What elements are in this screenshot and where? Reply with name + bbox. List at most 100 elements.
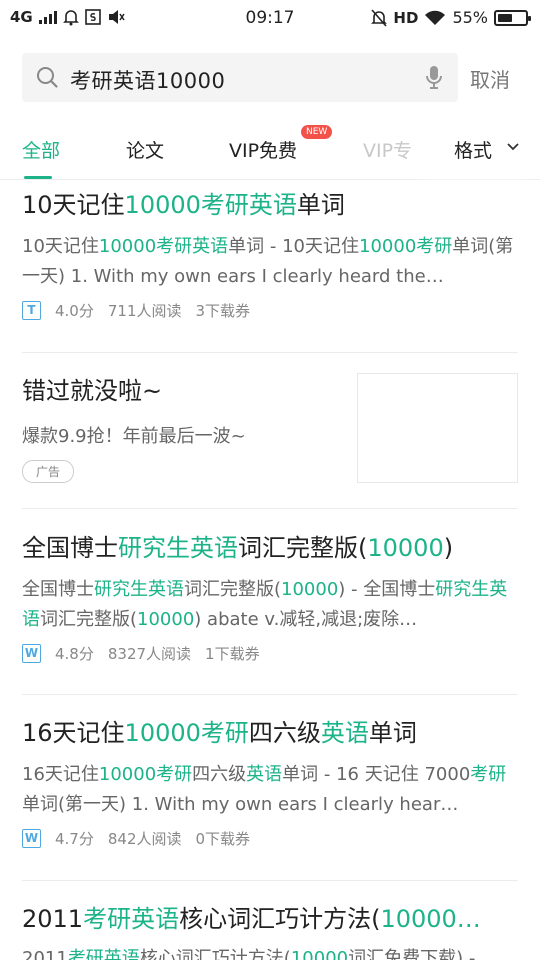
snippet-highlight: 考研英语 <box>67 948 140 960</box>
title-text: 全国博士 <box>22 534 118 562</box>
tab-papers[interactable]: 论文 <box>126 136 164 163</box>
snippet-highlight: 10000 <box>290 948 349 960</box>
word-doc-icon: W <box>22 644 41 663</box>
hd-label: HD <box>393 8 419 27</box>
active-tab-indicator <box>24 176 52 179</box>
battery-icon <box>494 9 531 26</box>
read-count: 711人阅读 <box>107 302 182 320</box>
result-item[interactable]: 2011考研英语核心词汇巧计方法(10000… 2011考研英语核心词汇巧计方法… <box>22 904 518 960</box>
title-highlight: 研究生英语 <box>118 534 238 562</box>
snippet-text: ) - 全国博士 <box>338 579 436 600</box>
format-label: 格式 <box>454 140 493 162</box>
cancel-button[interactable]: 取消 <box>470 64 510 93</box>
snippet-text: 单词 - 10天记住 <box>228 236 360 257</box>
read-count: 842人阅读 <box>107 830 182 848</box>
title-highlight: 10000… <box>380 905 481 933</box>
title-text: 核心词汇巧计方法( <box>179 905 381 933</box>
title-highlight: 考研英语 <box>83 905 180 933</box>
result-snippet: 2011考研英语核心词汇巧计方法(10000词汇免费下载) - <box>22 944 518 960</box>
snippet-text: 四六级 <box>192 764 247 785</box>
snippet-highlight: 10000 <box>137 609 195 630</box>
snippet-highlight: 10000考研 <box>98 764 193 785</box>
result-title: 16天记住10000考研四六级英语单词 <box>22 718 518 748</box>
word-doc-icon: W <box>22 829 41 848</box>
snippet-text: 核心词汇巧计方法( <box>139 948 291 960</box>
snippet-highlight: 10000考研英语 <box>98 236 229 257</box>
title-text: ) <box>443 534 454 562</box>
snippet-text: 单词 - 16 天记住 7000 <box>282 764 471 785</box>
result-item[interactable]: 10天记住10000考研英语单词 10天记住10000考研英语单词 - 10天记… <box>22 190 518 321</box>
wifi-icon <box>425 10 446 25</box>
new-badge: NEW <box>301 125 333 139</box>
title-highlight: 10000考研 <box>124 719 249 747</box>
snippet-text: 词汇完整版( <box>40 609 138 630</box>
snippet-text: 2011 <box>22 948 68 960</box>
ad-image[interactable] <box>357 373 518 483</box>
snippet-highlight: 考研 <box>470 764 507 785</box>
result-title: 全国博士研究生英语词汇完整版(10000) <box>22 533 518 563</box>
tab-all[interactable]: 全部 <box>22 136 60 163</box>
snippet-text: 词汇免费下载) - <box>348 948 476 960</box>
tab-vip-free[interactable]: VIP免费 <box>229 136 297 163</box>
title-text: 2011 <box>22 905 84 933</box>
rating: 4.8分 <box>55 645 94 663</box>
snippet-text: 10天记住 <box>22 236 99 257</box>
download-cost: 0下载券 <box>195 830 251 848</box>
snippet-text: 词汇完整版( <box>184 579 282 600</box>
title-highlight: 10000 <box>367 534 444 562</box>
snippet-highlight: 英语 <box>246 764 283 785</box>
divider <box>22 508 518 509</box>
title-highlight: 英语 <box>320 719 369 747</box>
read-count: 8327人阅读 <box>107 645 192 663</box>
search-bar[interactable]: 考研英语10000 <box>22 53 458 102</box>
divider <box>22 352 518 353</box>
title-text: 单词 <box>296 191 345 219</box>
microphone-icon[interactable] <box>424 65 444 91</box>
ad-badge: 广告 <box>22 460 75 483</box>
result-snippet: 10天记住10000考研英语单词 - 10天记住10000考研单词(第一天) 1… <box>22 232 518 292</box>
result-meta: W 4.7分 842人阅读 0下载券 <box>22 828 518 849</box>
result-item[interactable]: 全国博士研究生英语词汇完整版(10000) 全国博士研究生英语词汇完整版(100… <box>22 533 518 664</box>
status-right: HD 55% <box>371 8 531 27</box>
result-item[interactable]: 16天记住10000考研四六级英语单词 16天记住10000考研四六级英语单词 … <box>22 718 518 849</box>
title-text: 四六级 <box>248 719 321 747</box>
title-text: 词汇完整版( <box>238 534 368 562</box>
status-bar: 4G 09:17 HD 55% <box>0 0 540 38</box>
tab-vip-exclusive[interactable]: VIP专 <box>363 136 411 163</box>
ad-title: 错过就没啦~ <box>22 377 163 405</box>
title-text: 10天记住 <box>22 191 125 219</box>
battery-fill <box>498 13 513 22</box>
snippet-text: ) abate v.减轻,减退;废除… <box>194 609 418 630</box>
snippet-highlight: 10000考研 <box>359 236 453 257</box>
ad-text: 爆款9.9抢！年前最后一波~ <box>22 426 246 447</box>
battery-percent: 55% <box>452 8 488 27</box>
result-meta: W 4.8分 8327人阅读 1下载券 <box>22 643 518 664</box>
download-cost: 1下载券 <box>205 645 260 663</box>
snippet-highlight: 10000 <box>281 579 339 600</box>
title-text: 单词 <box>368 719 417 747</box>
snippet-highlight: 研究生英语 <box>94 579 184 600</box>
download-cost: 3下载券 <box>195 302 251 320</box>
result-snippet: 全国博士研究生英语词汇完整版(10000) - 全国博士研究生英语词汇完整版(1… <box>22 575 518 635</box>
format-filter-button[interactable]: 格式 <box>430 118 540 178</box>
silent-bell-icon <box>371 8 388 27</box>
divider <box>22 880 518 881</box>
result-meta: T 4.0分 711人阅读 3下载券 <box>22 300 518 321</box>
search-input[interactable]: 考研英语10000 <box>70 65 225 95</box>
result-snippet: 16天记住10000考研四六级英语单词 - 16 天记住 7000考研单词(第一… <box>22 760 518 820</box>
rating: 4.0分 <box>55 302 94 320</box>
snippet-text: 单词(第一天) 1. With my own ears I clearly he… <box>22 794 459 815</box>
result-title: 10天记住10000考研英语单词 <box>22 190 518 220</box>
snippet-text: 16天记住 <box>22 764 99 785</box>
text-doc-icon: T <box>22 301 41 320</box>
snippet-highlight: 研 <box>435 579 454 600</box>
divider <box>22 694 518 695</box>
title-text: 16天记住 <box>22 719 125 747</box>
chevron-down-icon <box>507 143 519 151</box>
snippet-text: 单 <box>452 236 471 257</box>
snippet-text: 全国博士 <box>22 579 94 600</box>
title-highlight: 10000考研英语 <box>124 191 297 219</box>
ad-item[interactable]: 错过就没啦~ 爆款9.9抢！年前最后一波~ 广告 <box>22 376 342 483</box>
result-title: 2011考研英语核心词汇巧计方法(10000… <box>22 904 518 934</box>
search-icon <box>37 67 58 88</box>
